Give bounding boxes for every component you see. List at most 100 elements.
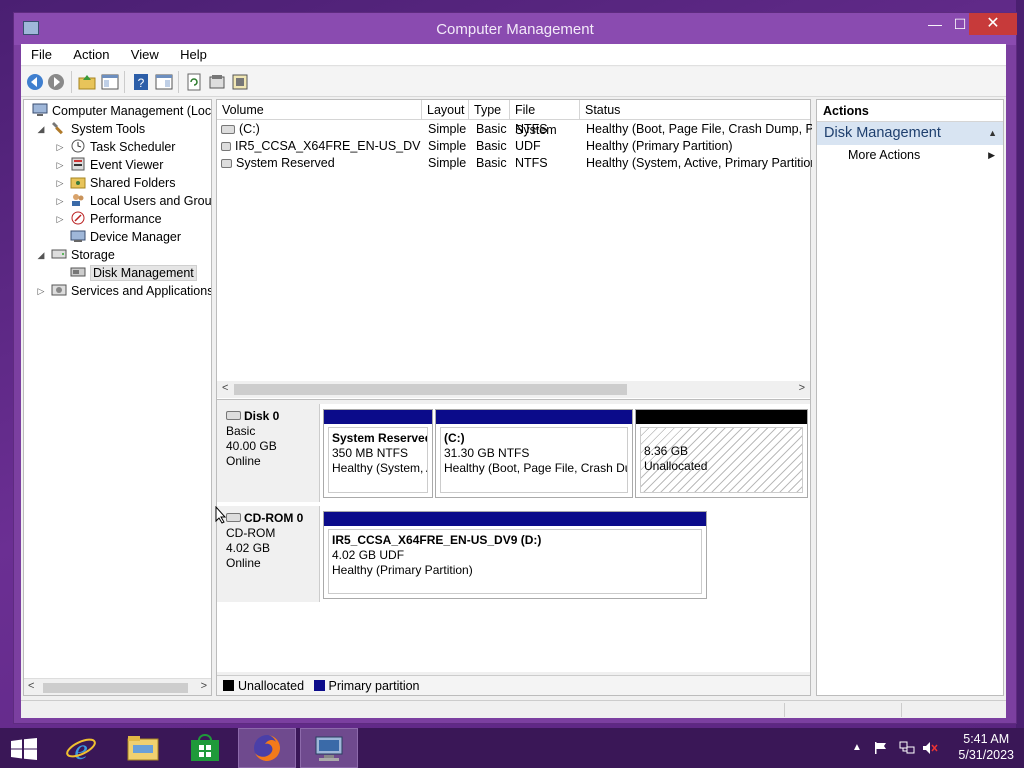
column-type[interactable]: Type bbox=[469, 100, 510, 120]
toolbar-separator bbox=[71, 71, 72, 93]
show-hide-tree-icon[interactable] bbox=[101, 73, 119, 91]
tree-item-local-users[interactable]: ▷ Local Users and Groups bbox=[57, 192, 211, 210]
collapse-icon[interactable]: ◢ bbox=[35, 120, 47, 138]
partition-name: System Reserved bbox=[332, 431, 428, 445]
back-icon[interactable] bbox=[26, 73, 44, 91]
title-bar[interactable]: Computer Management — ☐ ✕ bbox=[14, 13, 1017, 45]
partition-body: (C:) 31.30 GB NTFS Healthy (Boot, Page F… bbox=[440, 427, 628, 493]
status-divider bbox=[784, 703, 785, 717]
primary-partition-swatch bbox=[313, 680, 325, 691]
volume-type: Basic bbox=[476, 156, 507, 170]
forward-icon[interactable] bbox=[47, 73, 65, 91]
scroll-left-icon[interactable]: < bbox=[28, 680, 34, 692]
taskbar-computer-management[interactable] bbox=[300, 728, 358, 768]
disk-info-disk0[interactable]: Disk 0 Basic 40.00 GB Online bbox=[217, 404, 320, 502]
tree-label: Disk Management bbox=[90, 265, 197, 281]
tree-item-task-scheduler[interactable]: ▷ Task Scheduler bbox=[57, 138, 175, 156]
tree-item-services[interactable]: ▷ Services and Applications bbox=[38, 282, 212, 300]
toolbar: ? bbox=[21, 67, 1006, 97]
tree-item-storage[interactable]: ◢ Storage bbox=[38, 246, 115, 264]
partition-body: System Reserved 350 MB NTFS Healthy (Sys… bbox=[328, 427, 428, 493]
scroll-left-icon[interactable]: < bbox=[222, 382, 228, 394]
menu-action[interactable]: Action bbox=[69, 44, 117, 62]
menu-file[interactable]: File bbox=[27, 44, 60, 62]
scroll-right-icon[interactable]: > bbox=[799, 382, 805, 394]
network-icon[interactable] bbox=[899, 741, 915, 755]
up-folder-icon[interactable] bbox=[78, 73, 96, 91]
taskbar-file-explorer[interactable] bbox=[114, 728, 172, 768]
tree-item-disk-management[interactable]: Disk Management bbox=[70, 264, 197, 282]
tree-label: Computer Management (Local bbox=[52, 104, 212, 118]
menu-view[interactable]: View bbox=[127, 44, 167, 62]
rescan-icon[interactable] bbox=[185, 73, 203, 91]
show-hidden-icons-icon[interactable]: ▲ bbox=[852, 742, 862, 753]
expand-icon[interactable]: ▷ bbox=[54, 192, 66, 210]
action-center-flag-icon[interactable] bbox=[874, 741, 888, 755]
taskbar-clock[interactable]: 5:41 AM 5/31/2023 bbox=[958, 731, 1014, 763]
cd-rom-icon bbox=[226, 513, 241, 522]
tree-item-device-manager[interactable]: Device Manager bbox=[70, 228, 181, 246]
column-volume[interactable]: Volume bbox=[217, 100, 422, 120]
legend-unallocated: Unallocated bbox=[238, 679, 305, 693]
close-button[interactable]: ✕ bbox=[969, 13, 1017, 35]
partition-status: Unallocated bbox=[644, 459, 708, 473]
tree-label: Event Viewer bbox=[90, 158, 164, 172]
firefox-icon bbox=[254, 735, 280, 761]
cd-drive-icon bbox=[221, 142, 231, 151]
expand-icon[interactable]: ▷ bbox=[54, 156, 66, 174]
scrollbar-thumb[interactable] bbox=[43, 683, 188, 693]
performance-icon bbox=[71, 211, 85, 225]
more-actions[interactable]: More Actions ▶ bbox=[817, 145, 1003, 165]
hard-disk-icon bbox=[226, 411, 241, 420]
actions-section-disk-management[interactable]: Disk Management ▲ bbox=[817, 122, 1003, 145]
expand-icon[interactable]: ▷ bbox=[54, 210, 66, 228]
disk-icon[interactable] bbox=[231, 73, 249, 91]
drive-icon bbox=[221, 159, 232, 168]
clock-time: 5:41 AM bbox=[963, 732, 1010, 746]
volume-name: IR5_CCSA_X64FRE_EN-US_DV9 (D:) bbox=[235, 139, 421, 153]
partition-c[interactable]: (C:) 31.30 GB NTFS Healthy (Boot, Page F… bbox=[435, 409, 633, 498]
help-icon[interactable]: ? bbox=[132, 73, 150, 91]
view-icon[interactable] bbox=[155, 73, 173, 91]
mouse-cursor-icon bbox=[215, 506, 227, 524]
tree-item-root[interactable]: Computer Management (Local bbox=[32, 102, 212, 120]
partition-system-reserved[interactable]: System Reserved 350 MB NTFS Healthy (Sys… bbox=[323, 409, 433, 498]
tree-item-event-viewer[interactable]: ▷ Event Viewer bbox=[57, 156, 164, 174]
scroll-right-icon[interactable]: > bbox=[201, 680, 207, 692]
column-layout[interactable]: Layout bbox=[422, 100, 469, 120]
taskbar-internet-explorer[interactable]: e bbox=[52, 728, 110, 768]
tree-item-performance[interactable]: ▷ Performance bbox=[57, 210, 162, 228]
column-file-system[interactable]: File System bbox=[510, 100, 580, 137]
volume-muted-icon[interactable] bbox=[922, 741, 938, 755]
volume-status: Healthy (System, Active, Primary Partiti… bbox=[586, 156, 812, 170]
scrollbar-thumb[interactable] bbox=[234, 384, 627, 395]
volume-layout: Simple bbox=[428, 139, 467, 153]
users-icon bbox=[72, 194, 84, 206]
collapse-icon[interactable]: ▲ bbox=[988, 122, 997, 145]
taskbar-firefox[interactable] bbox=[238, 728, 296, 768]
start-icon[interactable] bbox=[10, 738, 38, 760]
collapse-icon[interactable]: ◢ bbox=[35, 246, 47, 264]
volume-list-horizontal-scrollbar[interactable]: < > bbox=[217, 381, 810, 398]
expand-icon[interactable]: ▷ bbox=[54, 174, 66, 192]
tree-horizontal-scrollbar[interactable]: < > bbox=[24, 678, 211, 695]
tree-label: Services and Applications bbox=[71, 284, 212, 298]
section-label: Disk Management bbox=[824, 125, 941, 141]
volume-row[interactable]: IR5_CCSA_X64FRE_EN-US_DV9 (D:) Simple Ba… bbox=[217, 138, 810, 155]
volume-row[interactable]: System Reserved Simple Basic NTFS Health… bbox=[217, 155, 812, 172]
desktop-edge bbox=[1016, 0, 1024, 728]
volume-row[interactable]: (C:) Simple Basic NTFS Healthy (Boot, Pa… bbox=[217, 121, 812, 138]
tree-item-shared-folders[interactable]: ▷ Shared Folders bbox=[57, 174, 176, 192]
expand-icon[interactable]: ▷ bbox=[54, 138, 66, 156]
column-status[interactable]: Status bbox=[580, 100, 812, 120]
partition-cdrom-d[interactable]: IR5_CCSA_X64FRE_EN-US_DV9 (D:) 4.02 GB U… bbox=[323, 511, 707, 599]
partition-unallocated[interactable]: 8.36 GB Unallocated bbox=[635, 409, 808, 498]
menu-help[interactable]: Help bbox=[176, 44, 215, 62]
properties-icon[interactable] bbox=[208, 73, 226, 91]
disk-info-cdrom0[interactable]: CD-ROM 0 CD-ROM 4.02 GB Online bbox=[217, 506, 320, 602]
tree-item-system-tools[interactable]: ◢ System Tools bbox=[38, 120, 145, 138]
actions-pane: Actions Disk Management ▲ More Actions ▶ bbox=[816, 99, 1004, 696]
expand-icon[interactable]: ▷ bbox=[35, 282, 47, 300]
taskbar-store[interactable] bbox=[176, 728, 234, 768]
disk-kind: CD-ROM bbox=[226, 526, 276, 540]
